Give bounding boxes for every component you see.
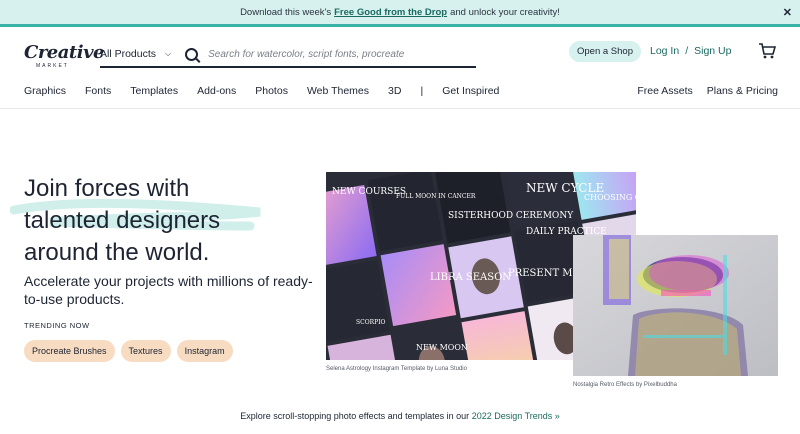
- nav-web-themes[interactable]: Web Themes: [307, 85, 369, 97]
- collage-text-choosing: CHOOSING OURSELVES: [584, 193, 636, 202]
- promo-banner: Download this week's Free Good from the …: [0, 0, 800, 27]
- search-input[interactable]: [208, 48, 476, 60]
- collage-text-scorpio: SCORPIO: [356, 319, 386, 326]
- trending-label: TRENDING NOW: [24, 321, 90, 330]
- nav-plans-pricing[interactable]: Plans & Pricing: [707, 85, 778, 97]
- nav-get-inspired[interactable]: Get Inspired: [442, 85, 499, 97]
- search-icon[interactable]: [185, 47, 199, 61]
- close-icon[interactable]: ✕: [783, 6, 792, 19]
- retro-effects-image[interactable]: [573, 235, 778, 376]
- nav-3d[interactable]: 3D: [388, 85, 401, 97]
- collage-caption: Selena Astrology Instagram Template by L…: [326, 366, 467, 372]
- headline-line-2: talented designers: [24, 207, 221, 234]
- nav-right: Free Assets Plans & Pricing: [637, 85, 778, 97]
- site-header: Creative MARKET All Products ⌵ Open a Sh…: [0, 30, 800, 74]
- explore-text: Explore scroll-stopping photo effects an…: [240, 411, 470, 421]
- collage-text-new-courses: NEW COURSES: [332, 187, 406, 197]
- login-link[interactable]: Log In: [650, 45, 679, 57]
- category-dropdown[interactable]: All Products ⌵: [100, 48, 171, 60]
- open-shop-button[interactable]: Open a Shop: [569, 41, 641, 62]
- auth-separator: /: [685, 45, 689, 57]
- nav-add-ons[interactable]: Add-ons: [197, 85, 236, 97]
- pill-procreate-brushes[interactable]: Procreate Brushes: [24, 340, 115, 362]
- hero-subtext: Accelerate your projects with millions o…: [24, 273, 313, 307]
- headline-line-3: around the world.: [24, 239, 210, 266]
- promo-text-prefix: Download this week's: [240, 6, 332, 18]
- retro-artwork: [573, 235, 778, 376]
- chevron-down-icon: ⌵: [165, 49, 172, 58]
- category-label: All Products: [100, 48, 157, 60]
- auth-links: Log In / Sign Up: [650, 45, 731, 57]
- pill-textures[interactable]: Textures: [120, 340, 171, 362]
- cart-icon[interactable]: [758, 43, 776, 59]
- promo-link[interactable]: Free Good from the Drop: [334, 7, 447, 18]
- main-nav: Graphics Fonts Templates Add-ons Photos …: [24, 85, 778, 97]
- trending-pills: Procreate Brushes Textures Instagram: [24, 340, 233, 362]
- collage-text-full-moon: FULL MOON IN CANCER: [396, 193, 476, 200]
- nav-fonts[interactable]: Fonts: [85, 85, 111, 97]
- logo[interactable]: Creative: [24, 42, 105, 63]
- pill-instagram[interactable]: Instagram: [176, 340, 233, 362]
- signup-link[interactable]: Sign Up: [694, 45, 731, 57]
- promo-text-suffix: and unlock your creativity!: [450, 6, 560, 18]
- explore-trends-line: Explore scroll-stopping photo effects an…: [0, 411, 800, 421]
- collage-text-new-moon: NEW MOON: [416, 343, 468, 352]
- search-bar: All Products ⌵: [100, 42, 476, 68]
- nav-templates[interactable]: Templates: [130, 85, 178, 97]
- nav-separator: |: [420, 85, 424, 97]
- retro-caption: Nostalgia Retro Effects by Pixelbuddha: [573, 382, 677, 388]
- header-divider: [0, 108, 800, 109]
- logo-subtitle: MARKET: [36, 63, 69, 69]
- design-trends-link[interactable]: 2022 Design Trends »: [472, 411, 560, 421]
- hero-headline: Join forces with talented designers arou…: [24, 173, 314, 269]
- nav-free-assets[interactable]: Free Assets: [637, 85, 692, 97]
- nav-graphics[interactable]: Graphics: [24, 85, 66, 97]
- headline-line-1: Join forces with: [24, 175, 190, 202]
- collage-text-libra: LIBRA SEASON: [430, 272, 511, 283]
- collage-text-sisterhood: SISTERHOOD CEREMONY: [448, 211, 574, 221]
- nav-photos[interactable]: Photos: [255, 85, 288, 97]
